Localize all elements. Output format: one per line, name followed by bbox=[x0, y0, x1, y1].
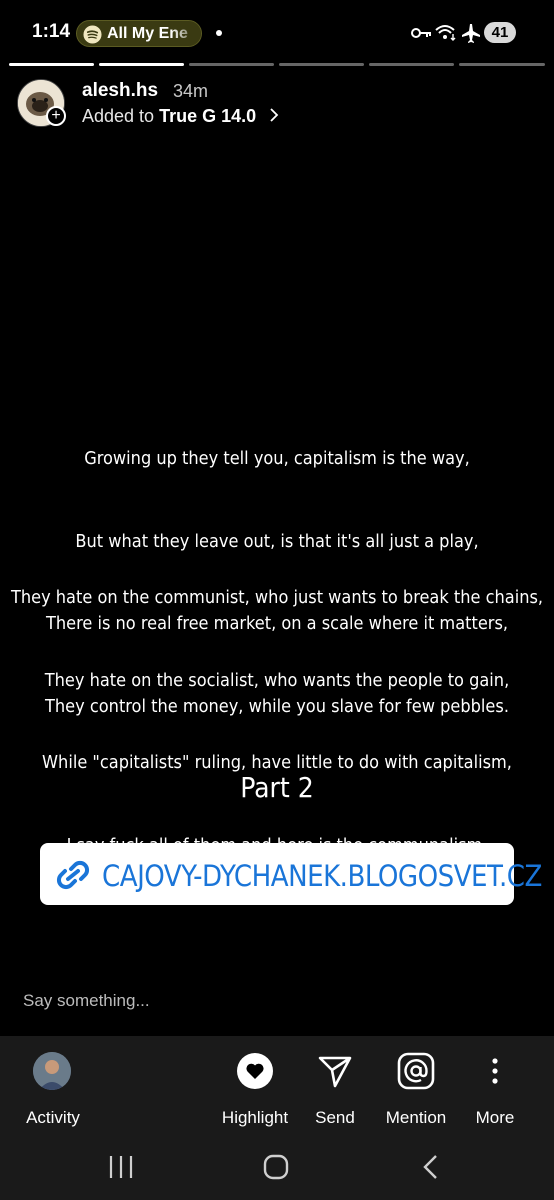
system-nav-bar bbox=[0, 1136, 554, 1200]
highlight-name: True G 14.0 bbox=[159, 106, 257, 126]
story-username[interactable]: alesh.hs bbox=[82, 80, 158, 102]
wifi-icon bbox=[435, 25, 456, 41]
link-icon bbox=[56, 860, 90, 890]
activity-button[interactable]: Activity bbox=[14, 1052, 92, 1128]
progress-segment bbox=[279, 63, 364, 66]
battery-indicator: 41 bbox=[484, 22, 516, 43]
progress-segment bbox=[99, 63, 184, 66]
activity-avatar bbox=[33, 1052, 71, 1090]
more-vertical-icon bbox=[492, 1058, 498, 1084]
progress-segment bbox=[459, 63, 545, 66]
more-label: More bbox=[475, 1108, 515, 1127]
mention-label: Mention bbox=[385, 1108, 447, 1127]
mention-button[interactable]: Mention bbox=[378, 1052, 454, 1128]
story-action-bar: Activity Highlight Send Mention More bbox=[0, 1036, 554, 1136]
heart-icon bbox=[237, 1053, 273, 1089]
highlight-button[interactable]: Highlight bbox=[214, 1052, 296, 1128]
send-label: Send bbox=[315, 1108, 355, 1127]
story-text-line: They hate on the communist, who just wan… bbox=[10, 587, 544, 608]
media-playing-pill[interactable]: All My Ene bbox=[76, 20, 202, 47]
reply-input[interactable]: Say something... bbox=[23, 991, 150, 1011]
chevron-right-icon bbox=[270, 108, 279, 122]
story-text-line: They hate on the socialist, who wants th… bbox=[44, 669, 510, 691]
more-button[interactable]: More bbox=[466, 1052, 524, 1128]
added-to-highlight-link[interactable]: Added to True G 14.0 bbox=[82, 106, 279, 127]
progress-segment bbox=[189, 63, 274, 66]
status-bar: 1:14 All My Ene 41 bbox=[0, 0, 554, 64]
activity-label: Activity bbox=[26, 1108, 80, 1127]
link-sticker[interactable]: CAJOVY-DYCHANEK.BLOGOSVET.CZ bbox=[40, 843, 542, 905]
story-part-label: Part 2 bbox=[240, 771, 314, 804]
send-icon bbox=[318, 1056, 352, 1088]
mention-icon bbox=[397, 1052, 435, 1090]
progress-segment bbox=[369, 63, 454, 66]
clock: 1:14 bbox=[32, 21, 71, 42]
story-text-line: Growing up they tell you, capitalism is … bbox=[84, 448, 470, 469]
vpn-key-icon bbox=[411, 28, 431, 38]
link-url: CAJOVY-DYCHANEK.BLOGOSVET.CZ bbox=[102, 859, 542, 893]
airplane-mode-icon bbox=[462, 24, 480, 43]
spotify-icon bbox=[83, 25, 102, 44]
add-icon[interactable]: + bbox=[46, 106, 66, 126]
back-icon[interactable] bbox=[422, 1154, 440, 1180]
progress-segment bbox=[9, 63, 94, 66]
highlight-label: Highlight bbox=[221, 1108, 289, 1127]
story-progress bbox=[9, 63, 545, 66]
home-icon[interactable] bbox=[263, 1154, 289, 1180]
notification-dot-icon bbox=[216, 30, 222, 36]
story-author-avatar[interactable]: + bbox=[17, 79, 66, 127]
story-text-stanza-2: They hate on the communist, who just wan… bbox=[0, 529, 554, 887]
system-status-icons bbox=[411, 24, 480, 43]
added-to-prefix: Added to bbox=[82, 106, 155, 126]
recent-apps-icon[interactable] bbox=[108, 1155, 134, 1179]
story-timestamp: 34m bbox=[173, 81, 209, 101]
send-button[interactable]: Send bbox=[300, 1052, 370, 1128]
